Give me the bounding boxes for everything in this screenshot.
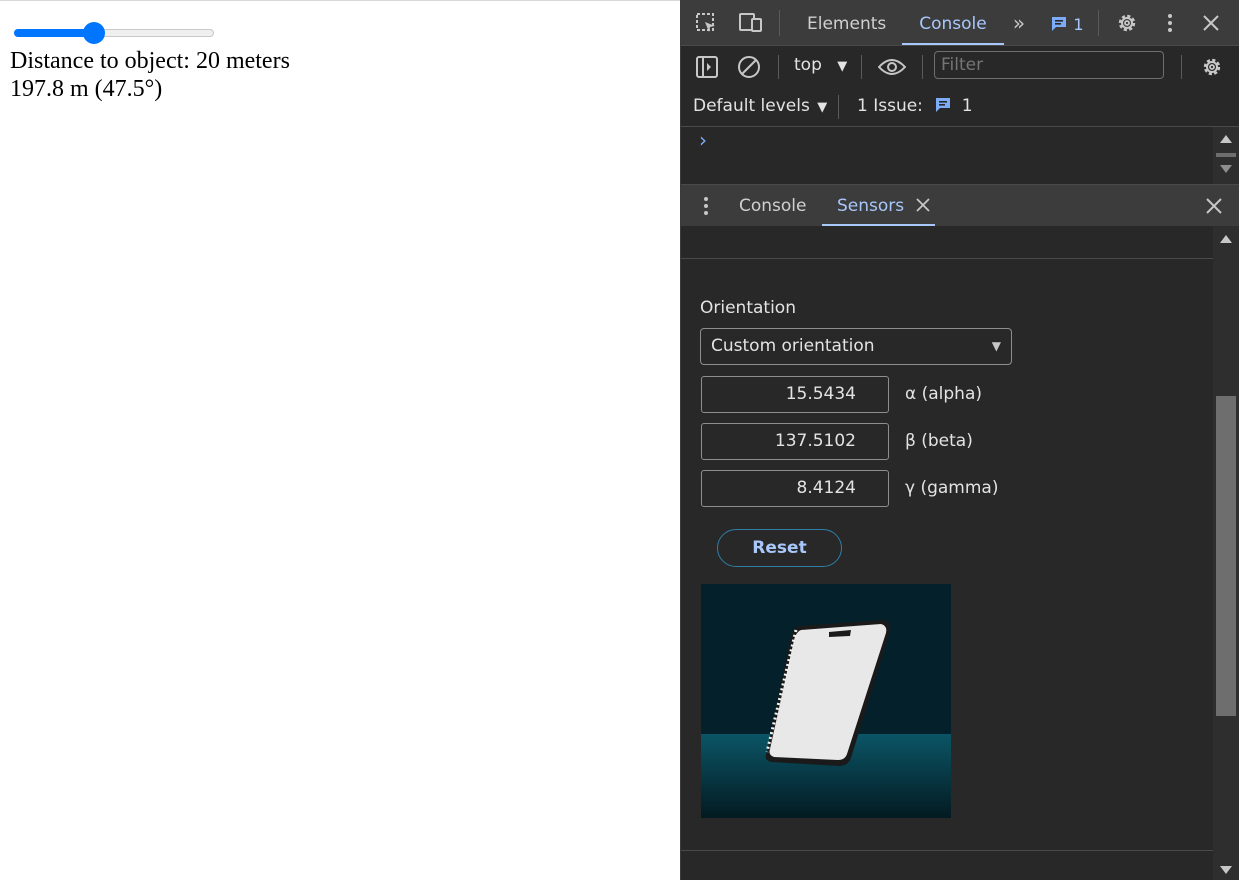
scroll-thumb[interactable] (1216, 396, 1236, 716)
default-levels-dropdown[interactable]: Default levels ▼ (693, 96, 827, 116)
scroll-up-icon[interactable] (1220, 135, 1232, 143)
tab-elements[interactable]: Elements (807, 0, 886, 45)
gamma-input[interactable]: 8.4124 (701, 470, 889, 507)
toolbar-separator (778, 55, 779, 79)
beta-input[interactable]: 137.5102 (701, 423, 889, 460)
distance-text: Distance to object: 20 meters (10, 48, 290, 74)
scroll-thumb[interactable] (1216, 153, 1236, 157)
toolbar-separator (1181, 55, 1182, 79)
issues-count: 1 (961, 96, 973, 116)
eye-icon[interactable] (877, 54, 907, 80)
context-selector[interactable]: top ▼ (794, 55, 847, 75)
sidebar-toggle-icon[interactable] (694, 54, 720, 80)
orientation-label: Orientation (700, 298, 796, 318)
toolbar-separator (861, 55, 862, 79)
device-toolbar-icon[interactable] (737, 10, 765, 36)
drawer-menu-icon[interactable] (699, 195, 713, 217)
devtools-panel: Elements Console » 1 top ▼ Filter Defaul… (680, 0, 1239, 880)
dropdown-arrow-icon: ▼ (817, 100, 828, 115)
default-levels-label: Default levels (693, 96, 810, 116)
drawer-tab-console[interactable]: Console (739, 185, 807, 226)
alpha-label: α (alpha) (905, 384, 982, 404)
filter-input[interactable] (934, 51, 1164, 79)
alpha-input[interactable]: 15.5434 (701, 376, 889, 413)
slider-fill (14, 29, 94, 37)
drawer-tabbar: Console Sensors (681, 184, 1239, 226)
issues-badge-count: 1 (1073, 14, 1084, 34)
orientation-select[interactable]: Custom orientation ▼ (700, 328, 1012, 365)
context-label: top (794, 55, 822, 75)
more-tabs-icon[interactable]: » (1007, 11, 1031, 35)
toolbar-separator (838, 95, 839, 119)
issues-icon[interactable]: 1 (1047, 13, 1087, 35)
dropdown-arrow-icon: ▼ (837, 59, 848, 74)
scroll-down-icon[interactable] (1220, 866, 1232, 874)
issues-icon (936, 98, 951, 112)
sensors-scrollbar[interactable] (1213, 226, 1239, 880)
console-settings-icon[interactable] (1199, 54, 1225, 80)
devtools-main-toolbar: Elements Console » 1 (681, 0, 1239, 46)
reset-button[interactable]: Reset (717, 529, 842, 567)
beta-label: β (beta) (905, 431, 973, 451)
console-scrollbar[interactable] (1213, 127, 1239, 184)
page-content: Distance to object: 20 meters 197.8 m (4… (0, 0, 680, 880)
more-options-icon[interactable] (1159, 10, 1181, 36)
drawer-tab-sensors-label: Sensors (837, 196, 905, 216)
scroll-up-icon[interactable] (1220, 235, 1232, 243)
toolbar-separator (779, 10, 780, 36)
toolbar-separator (922, 55, 923, 79)
issues-link[interactable]: 1 Issue: 1 (857, 96, 973, 116)
section-divider (681, 850, 1214, 851)
scroll-down-icon[interactable] (1220, 165, 1232, 173)
phone-model (701, 584, 951, 818)
close-tab-icon[interactable] (915, 198, 930, 212)
orientation-select-value: Custom orientation (711, 336, 875, 356)
select-arrow-icon: ▼ (991, 339, 1001, 353)
settings-icon[interactable] (1114, 10, 1140, 36)
clear-console-icon[interactable] (736, 54, 762, 80)
toolbar-separator (1098, 10, 1099, 36)
drawer-tab-sensors[interactable]: Sensors (822, 185, 935, 226)
inspect-element-icon[interactable] (693, 10, 719, 36)
console-prompt[interactable]: › (699, 128, 707, 152)
result-text: 197.8 m (47.5°) (10, 76, 163, 102)
issues-label: 1 Issue: (857, 96, 923, 116)
device-orientation-preview[interactable] (701, 584, 951, 818)
tab-console[interactable]: Console (902, 0, 1004, 45)
close-icon[interactable] (1199, 11, 1223, 35)
distance-slider[interactable] (14, 22, 214, 44)
slider-thumb[interactable] (83, 22, 105, 44)
section-divider (681, 258, 1214, 259)
close-drawer-icon[interactable] (1203, 195, 1225, 217)
gamma-label: γ (gamma) (905, 478, 999, 498)
